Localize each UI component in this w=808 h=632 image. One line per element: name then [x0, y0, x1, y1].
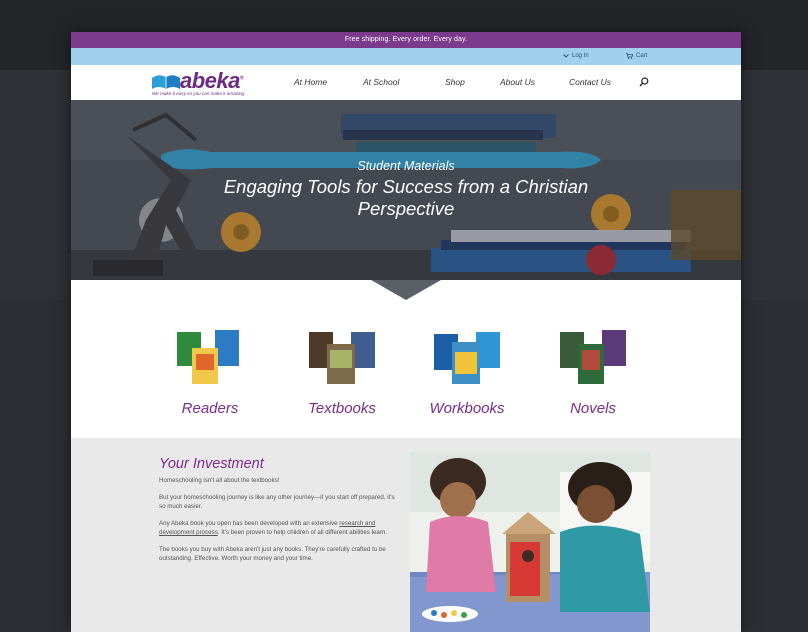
promo-bar: Free shipping. Every order. Every day.	[71, 32, 741, 48]
category-readers[interactable]: Readers	[150, 328, 270, 417]
hero-subtitle: Student Materials	[357, 159, 455, 173]
investment-copy: Your Investment Homeschooling isn't all …	[159, 456, 401, 571]
logo-tagline: We make it easy so you can make it amazi…	[152, 91, 246, 96]
investment-title: Your Investment	[159, 456, 264, 472]
cart-label: Cart	[636, 53, 648, 59]
family-painting-photo	[410, 452, 650, 632]
investment-paragraph: Any Abeka book you open has been develop…	[159, 520, 388, 536]
main-nav: abeka® We make it easy so you can make i…	[71, 65, 741, 100]
nav-about-us[interactable]: About Us	[500, 77, 535, 87]
investment-section: Your Investment Homeschooling isn't all …	[71, 438, 741, 632]
category-label: Readers	[181, 400, 239, 417]
nav-shop[interactable]: Shop	[445, 77, 465, 87]
cart-link[interactable]: Cart	[626, 53, 647, 59]
nav-at-home[interactable]: At Home	[294, 77, 327, 87]
textbooks-books-image	[309, 332, 375, 384]
category-label: Workbooks	[429, 400, 505, 417]
investment-paragraph: But your homeschooling journey is like a…	[159, 494, 395, 510]
novels-books-image	[560, 330, 626, 384]
investment-paragraph: Homeschooling isn't all about the textbo…	[159, 477, 280, 484]
workbooks-books-image	[434, 332, 500, 384]
hero-pointer	[371, 280, 441, 300]
nav-contact-us[interactable]: Contact Us	[569, 77, 611, 87]
utility-bar: Log In Cart	[71, 48, 741, 65]
cart-icon	[626, 53, 633, 59]
chevron-down-icon	[563, 54, 569, 58]
login-link[interactable]: Log In	[563, 53, 589, 59]
login-label: Log In	[572, 53, 589, 59]
investment-paragraph: The books you buy with Abeka aren't just…	[159, 546, 386, 562]
category-novels[interactable]: Novels	[533, 328, 653, 417]
website-page: Free shipping. Every order. Every day. L…	[71, 32, 741, 632]
readers-books-image	[177, 330, 239, 384]
abeka-logo[interactable]: abeka® We make it easy so you can make i…	[151, 68, 263, 97]
hero-headline: Engaging Tools for Success from a Christ…	[223, 176, 589, 219]
promo-text: Free shipping. Every order. Every day.	[344, 36, 468, 43]
category-label: Textbooks	[308, 400, 376, 417]
search-icon[interactable]	[639, 77, 649, 87]
hero-banner: Student Materials Engaging Tools for Suc…	[71, 100, 741, 280]
category-workbooks[interactable]: Workbooks	[407, 328, 527, 417]
category-textbooks[interactable]: Textbooks	[282, 328, 402, 417]
category-label: Novels	[570, 400, 616, 417]
nav-at-school[interactable]: At School	[363, 77, 399, 87]
open-book-icon	[152, 75, 180, 89]
